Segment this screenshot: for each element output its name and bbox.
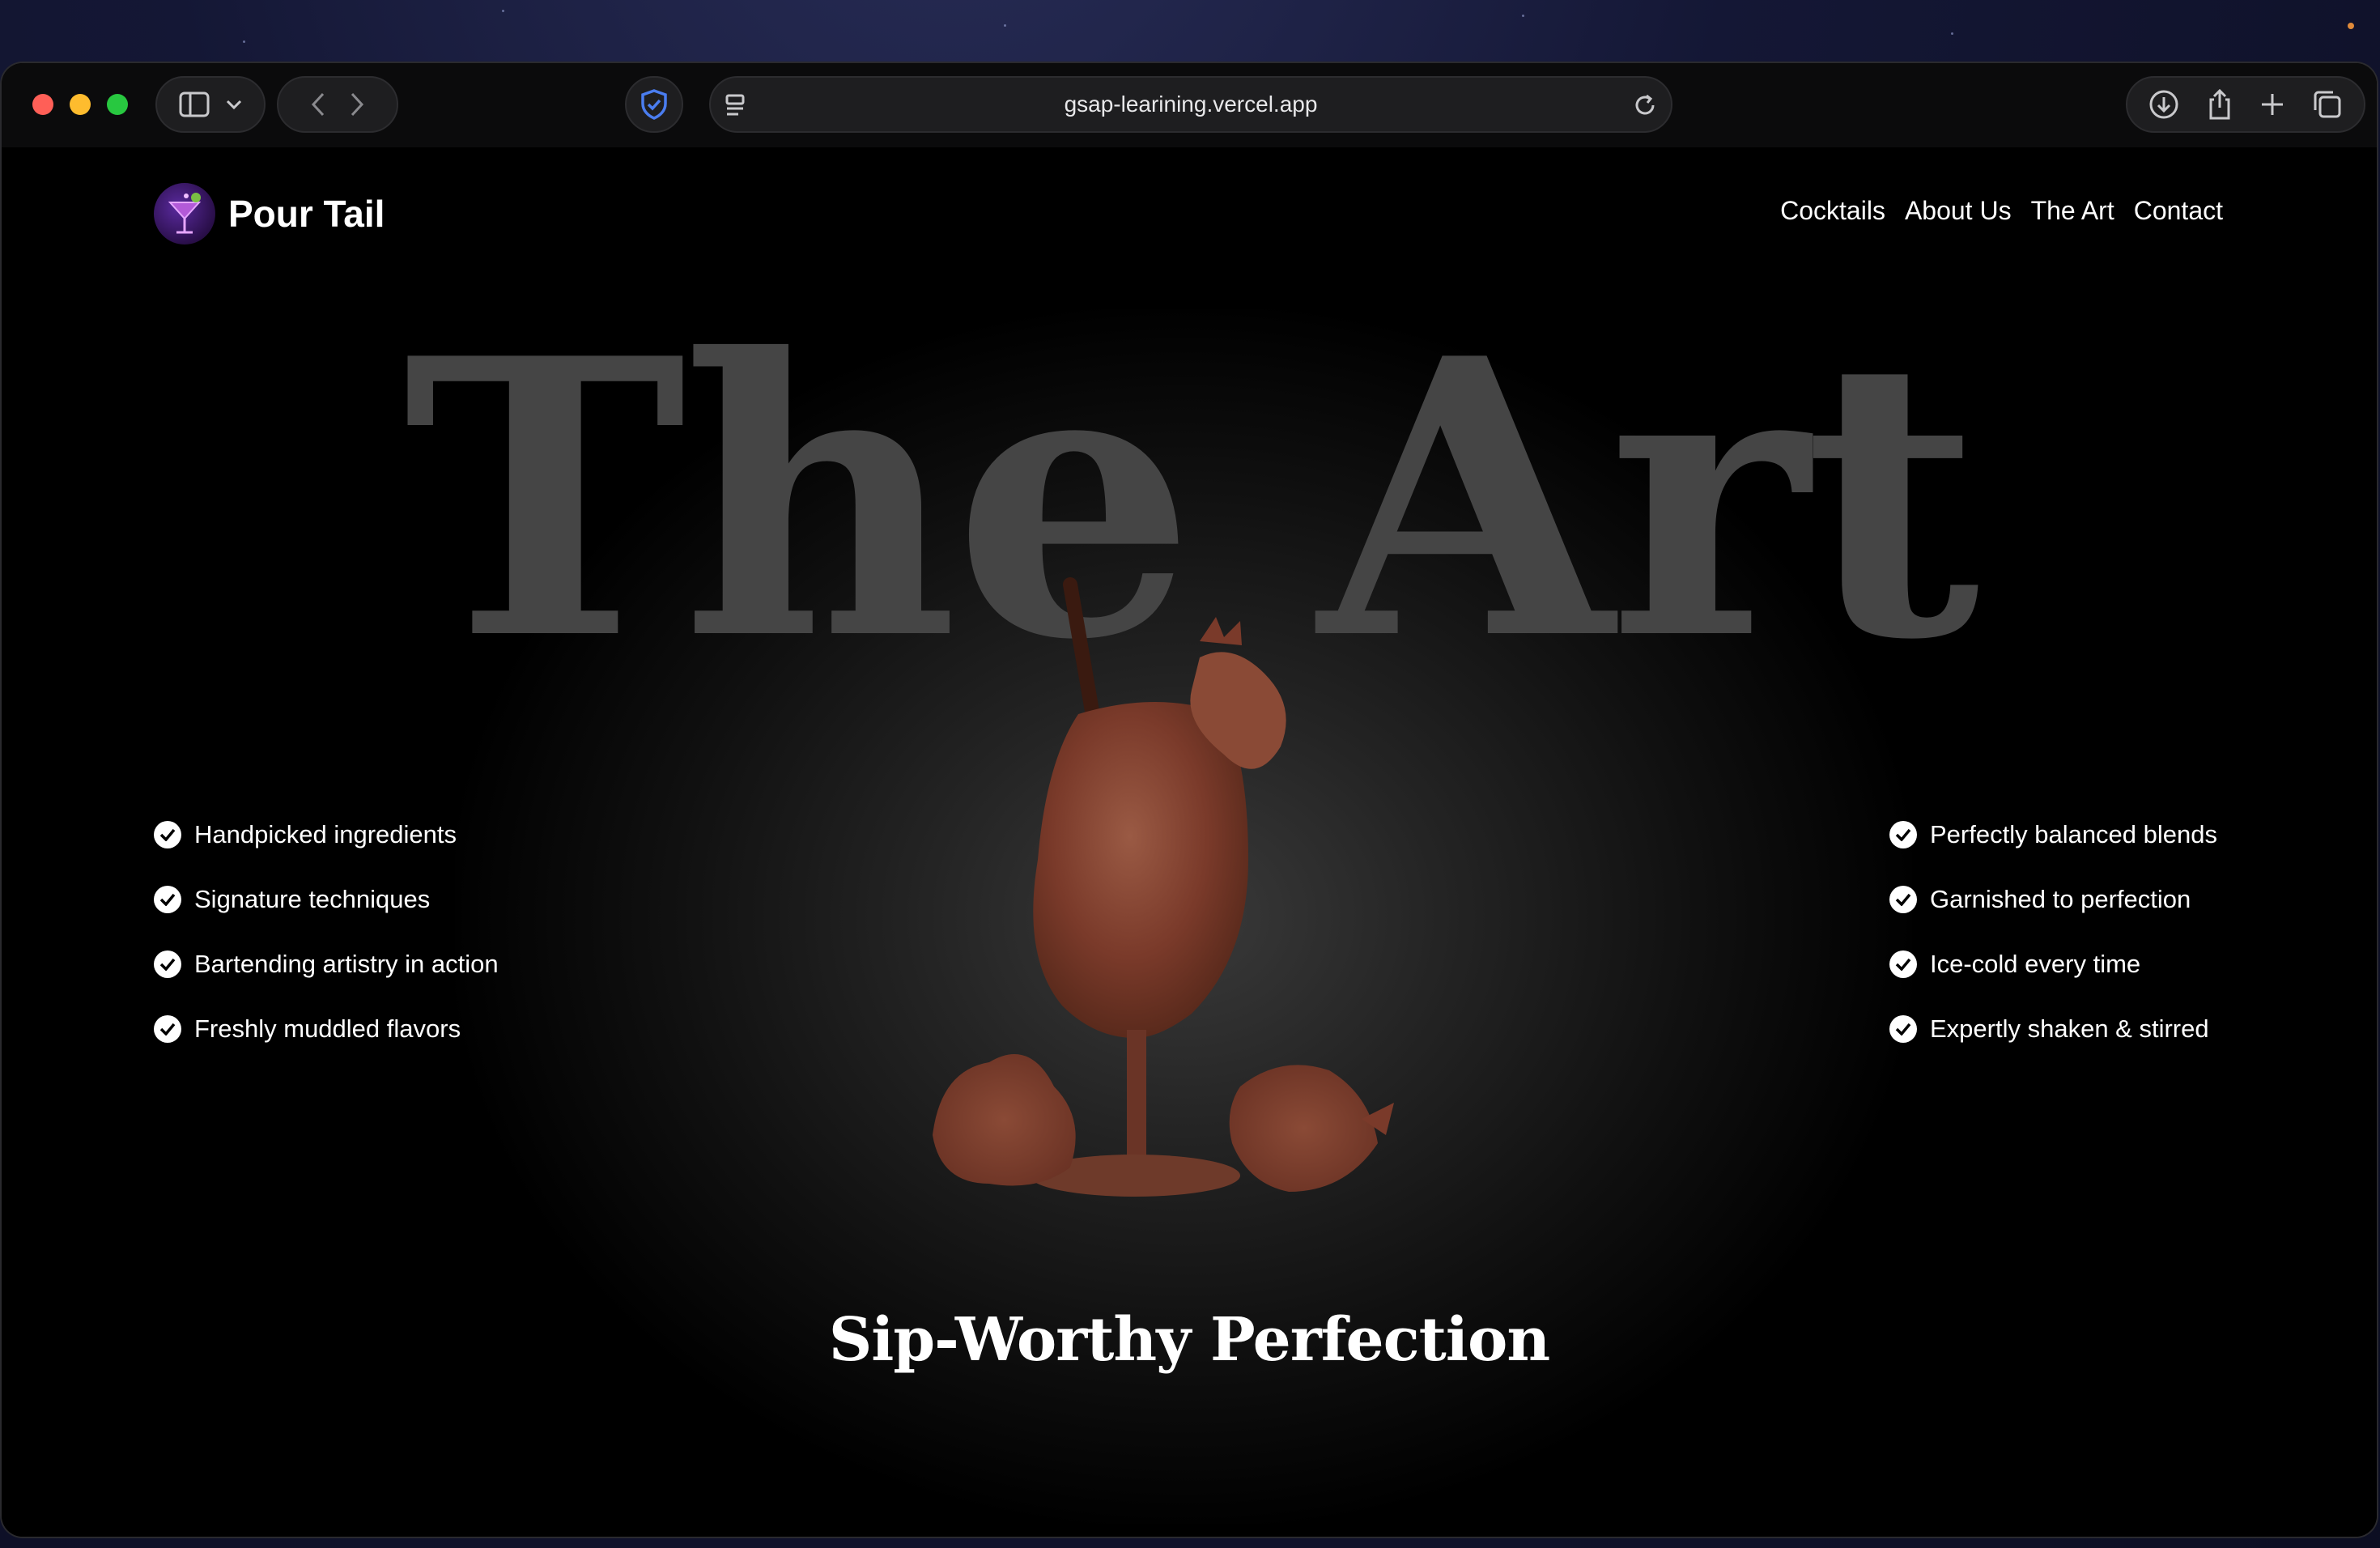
share-icon[interactable] xyxy=(2206,88,2233,121)
list-item: Expertly shaken & stirred xyxy=(1889,1014,2217,1044)
history-navigation xyxy=(277,76,398,133)
check-circle-icon xyxy=(154,950,181,978)
privacy-shield-button[interactable] xyxy=(625,76,683,133)
back-arrow-icon[interactable] xyxy=(311,92,325,117)
address-bar[interactable]: gsap-learining.vercel.app xyxy=(709,76,1672,133)
nav-link-contact[interactable]: Contact xyxy=(2134,196,2223,226)
hero-tagline: Sip-Worthy Perfection xyxy=(828,1305,1550,1375)
list-item: Handpicked ingredients xyxy=(154,819,499,849)
check-circle-icon xyxy=(154,885,181,913)
sidebar-icon xyxy=(179,91,210,117)
close-window-button[interactable] xyxy=(32,94,53,115)
nav-link-about-us[interactable]: About Us xyxy=(1905,196,2012,226)
shield-check-icon xyxy=(640,88,669,121)
site-logo[interactable]: Pour Tail xyxy=(154,183,385,245)
toolbar-actions xyxy=(2126,76,2365,133)
check-circle-icon xyxy=(1889,950,1917,978)
check-circle-icon xyxy=(1889,1014,1917,1043)
cocktail-logo-icon xyxy=(154,183,215,245)
cocktail-illustration xyxy=(892,552,1507,1281)
new-tab-icon[interactable] xyxy=(2259,91,2285,117)
web-page: Pour Tail Cocktails About Us The Art Con… xyxy=(2,147,2377,1537)
list-item: Signature techniques xyxy=(154,884,499,914)
nav-link-the-art[interactable]: The Art xyxy=(2031,196,2114,226)
browser-toolbar: gsap-learining.vercel.app xyxy=(2,63,2377,147)
check-circle-icon xyxy=(1889,885,1917,913)
url-text: gsap-learining.vercel.app xyxy=(1064,91,1318,117)
list-item: Perfectly balanced blends xyxy=(1889,819,2217,849)
page-menu-icon[interactable] xyxy=(724,92,748,118)
features-right: Perfectly balanced blends Garnished to p… xyxy=(1889,819,2217,1044)
forward-arrow-icon[interactable] xyxy=(350,92,364,117)
tab-overview-icon[interactable] xyxy=(2312,89,2343,120)
maximize-window-button[interactable] xyxy=(107,94,128,115)
features-left: Handpicked ingredients Signature techniq… xyxy=(154,819,499,1044)
list-item: Ice-cold every time xyxy=(1889,949,2217,979)
check-circle-icon xyxy=(154,1014,181,1043)
check-circle-icon xyxy=(154,820,181,848)
check-circle-icon xyxy=(1889,820,1917,848)
browser-window: gsap-learining.vercel.app Pour Tail Cock… xyxy=(2,63,2377,1537)
list-item: Bartending artistry in action xyxy=(154,949,499,979)
reload-icon[interactable] xyxy=(1632,92,1658,118)
list-item: Freshly muddled flavors xyxy=(154,1014,499,1044)
nav-link-cocktails[interactable]: Cocktails xyxy=(1780,196,1885,226)
minimize-window-button[interactable] xyxy=(70,94,91,115)
list-item: Garnished to perfection xyxy=(1889,884,2217,914)
brand-name: Pour Tail xyxy=(228,193,385,235)
chevron-down-icon xyxy=(226,99,242,110)
main-nav: Cocktails About Us The Art Contact xyxy=(1780,196,2223,226)
sidebar-toggle-button[interactable] xyxy=(155,76,266,133)
download-icon[interactable] xyxy=(2148,89,2179,120)
